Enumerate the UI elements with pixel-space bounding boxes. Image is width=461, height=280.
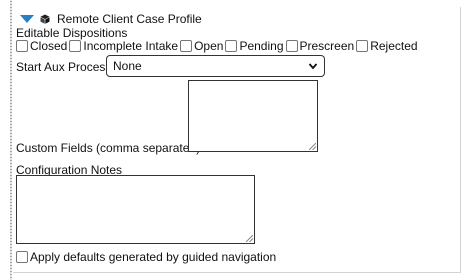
- checkbox[interactable]: [285, 40, 298, 52]
- disposition-closed[interactable]: Closed: [16, 39, 67, 53]
- apply-defaults-label: Apply defaults generated by guided navig…: [30, 250, 277, 264]
- resize-grip-icon[interactable]: [246, 235, 253, 242]
- checkbox[interactable]: [356, 40, 369, 52]
- start-aux-process-select[interactable]: None: [106, 55, 325, 77]
- start-aux-process-value: None: [113, 59, 142, 73]
- apply-defaults-checkbox[interactable]: [16, 251, 28, 263]
- configuration-notes-textarea[interactable]: [16, 175, 255, 244]
- disposition-pending[interactable]: Pending: [225, 39, 284, 53]
- editable-dispositions-label: Editable Dispositions: [16, 26, 128, 40]
- custom-fields-textarea[interactable]: [188, 80, 318, 152]
- start-aux-process-label: Start Aux Process: [16, 60, 112, 74]
- section-header[interactable]: Remote Client Case Profile: [20, 12, 202, 26]
- checkbox[interactable]: [16, 40, 28, 52]
- chevron-down-icon: [308, 63, 318, 70]
- triangle-down-icon[interactable]: [20, 15, 34, 23]
- case-profile-panel: Remote Client Case Profile Editable Disp…: [13, 7, 461, 273]
- checkbox[interactable]: [69, 40, 82, 52]
- disposition-rejected[interactable]: Rejected: [356, 39, 418, 53]
- resize-grip-icon[interactable]: [309, 143, 316, 150]
- checkbox[interactable]: [180, 40, 193, 52]
- dispositions-checkbox-group: Closed Incomplete Intake Open Pending Pr…: [16, 39, 420, 53]
- section-title: Remote Client Case Profile: [57, 12, 202, 26]
- cube-icon: [40, 14, 50, 24]
- disposition-prescreen[interactable]: Prescreen: [285, 39, 354, 53]
- apply-defaults-row[interactable]: Apply defaults generated by guided navig…: [16, 250, 276, 264]
- disposition-open[interactable]: Open: [180, 39, 223, 53]
- checkbox[interactable]: [225, 40, 238, 52]
- custom-fields-label: Custom Fields (comma separated): [16, 141, 201, 155]
- disposition-incomplete-intake[interactable]: Incomplete Intake: [69, 39, 178, 53]
